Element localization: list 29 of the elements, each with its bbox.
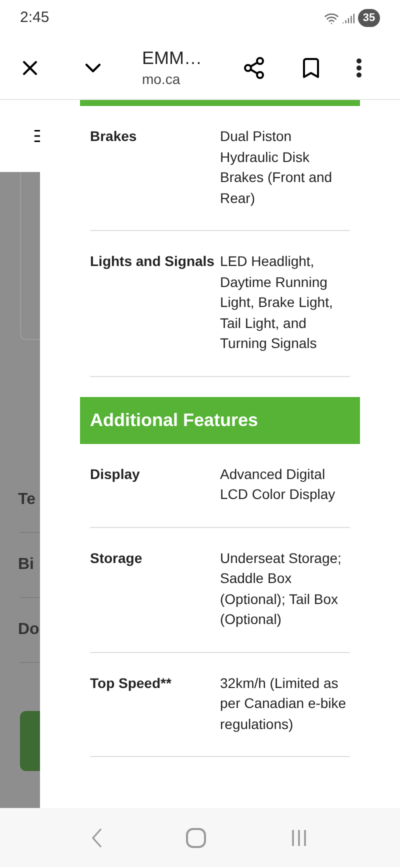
section-title: Additional Features: [90, 408, 258, 432]
share-icon: [242, 56, 266, 80]
wifi-icon: [324, 10, 339, 26]
spec-label: Display: [90, 464, 141, 484]
spec-label: Lights and Signals: [90, 252, 216, 271]
spec-value: Underseat Storage; Saddle Box (Optional); Tail Box (Optional): [220, 548, 342, 629]
page-title: EMM…: [142, 46, 203, 68]
status-time: 2:45: [20, 8, 50, 28]
recents-icon: [290, 828, 308, 848]
back-icon: [92, 828, 102, 848]
spec-label: Top Speed**: [90, 674, 172, 693]
more-button[interactable]: [356, 58, 362, 78]
spec-label: Brakes: [90, 127, 138, 146]
more-icon: [356, 58, 362, 78]
background-text: Te: [18, 490, 36, 510]
spec-value: Dual Piston Hydraulic Disk Brakes (Front and Rear): [220, 127, 334, 208]
spec-label: Storage: [90, 548, 144, 568]
background-text: Do: [18, 620, 40, 640]
home-button[interactable]: [186, 828, 206, 848]
share-button[interactable]: [242, 56, 266, 80]
back-button[interactable]: [92, 828, 102, 848]
background-text: Bi: [18, 555, 34, 575]
spec-value: LED Headlight, Daytime Running Light, Brake Light, Tail Light, and Turning Signals: [220, 252, 334, 353]
signal-icon: [342, 12, 355, 24]
page-url: mo.ca: [142, 70, 182, 88]
battery-indicator: 35: [358, 9, 380, 27]
recents-button[interactable]: [290, 828, 308, 848]
spec-value: Advanced Digital LCD Color Display: [220, 464, 336, 504]
spec-value: 32km/h (Limited as per Canadian e-bike regulations): [220, 674, 348, 734]
